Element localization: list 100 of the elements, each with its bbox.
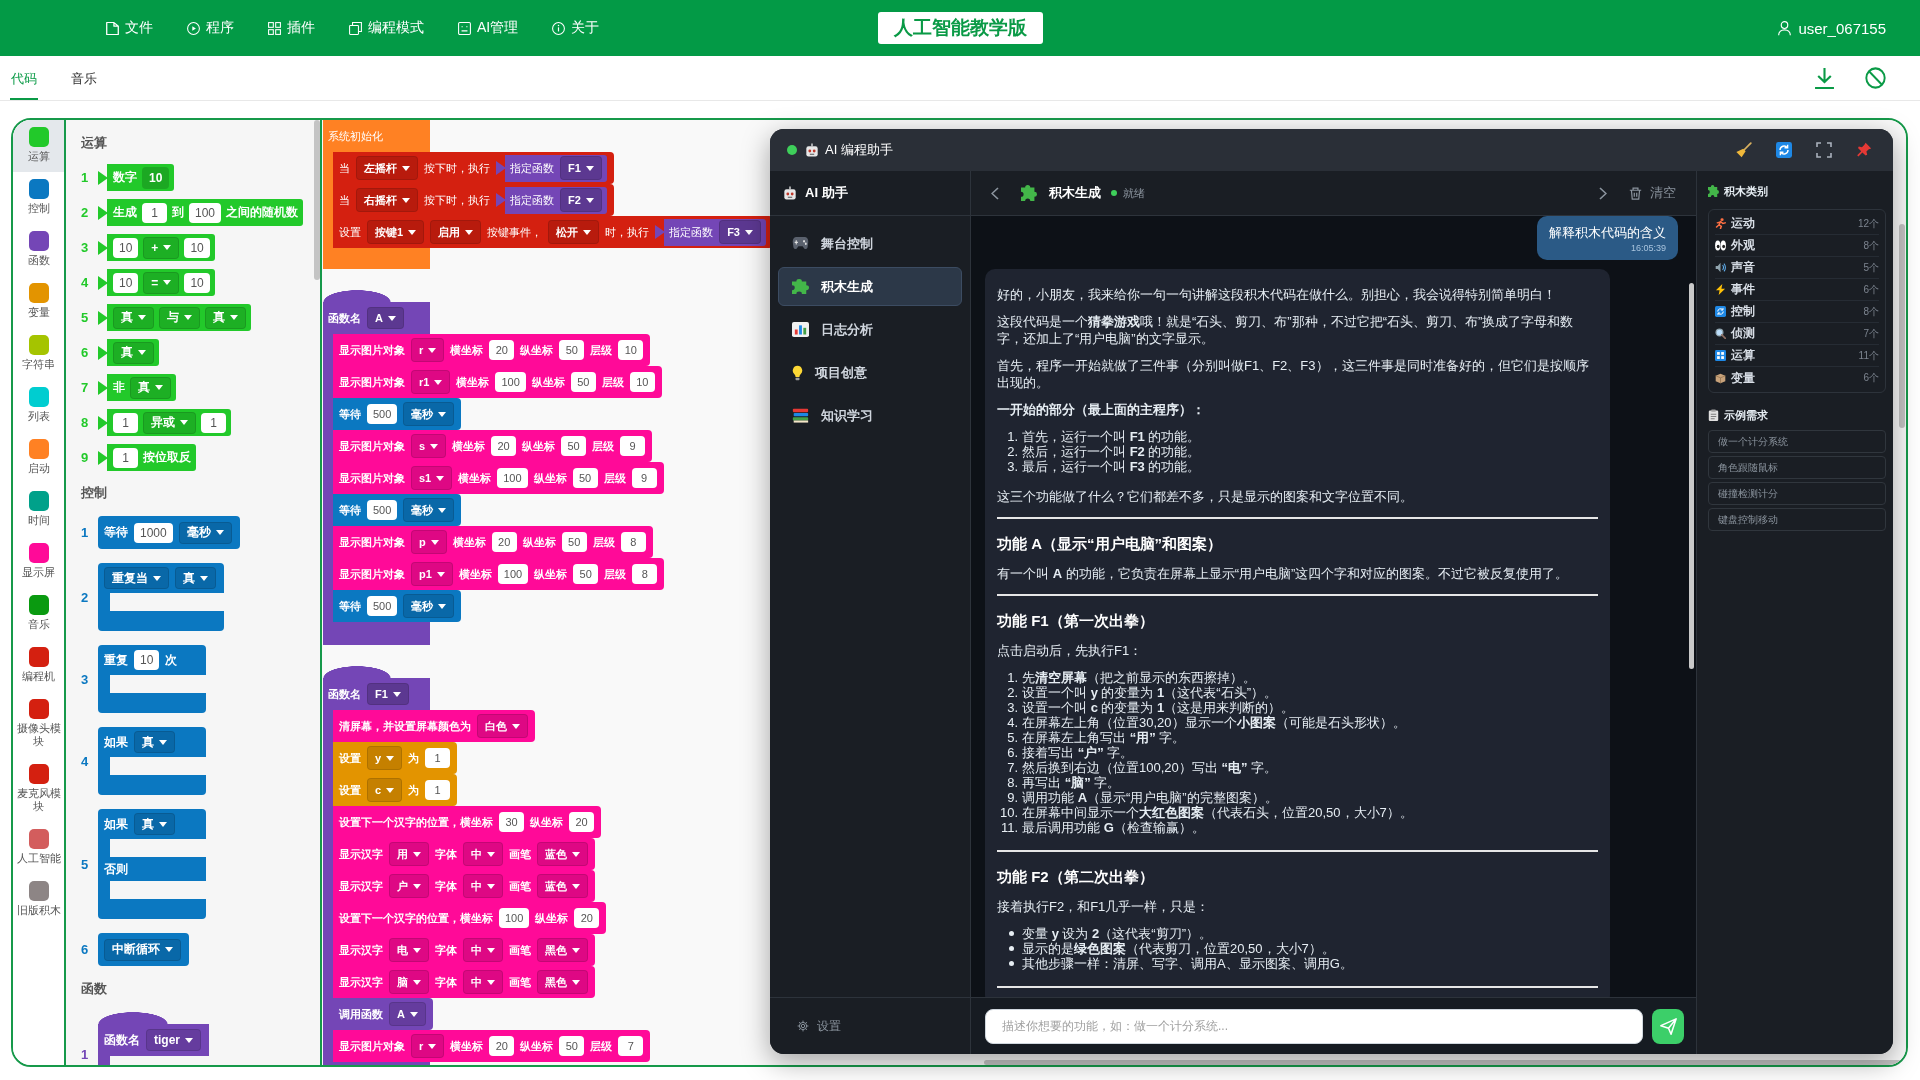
- reporter-block[interactable]: 指定函数 F2: [496, 186, 607, 214]
- block-dropdown[interactable]: s1: [411, 466, 453, 490]
- ban-icon[interactable]: [1865, 67, 1886, 89]
- number-input[interactable]: 9: [631, 468, 657, 488]
- code-block[interactable]: 等待 500 毫秒: [333, 398, 462, 430]
- example-chip[interactable]: 键盘控制移动: [1708, 508, 1886, 531]
- number-input[interactable]: 8: [620, 532, 646, 552]
- block-dropdown[interactable]: r: [411, 338, 445, 362]
- block-dropdown[interactable]: 毫秒: [403, 594, 455, 618]
- category-item[interactable]: 启动: [13, 432, 64, 484]
- code-block[interactable]: 清屏幕，并设置屏幕颜色为 白色: [333, 710, 535, 742]
- block-dropdown[interactable]: 毫秒: [178, 521, 232, 544]
- block-dropdown[interactable]: F1: [367, 683, 409, 705]
- example-chip[interactable]: 碰撞检测计分: [1708, 482, 1886, 505]
- code-block[interactable]: 1 按位取反: [98, 444, 196, 471]
- code-block[interactable]: 显示汉字 户 字体 中 画笔 蓝色: [333, 870, 595, 902]
- block-dropdown[interactable]: F2: [560, 188, 602, 212]
- block-dropdown[interactable]: A: [389, 1002, 426, 1026]
- category-item[interactable]: 人工智能: [13, 822, 64, 874]
- function-block[interactable]: 函数名 F1 清屏幕，并设置屏幕颜色为 白色 设置 y 为 1 设置 c 为 1 设置下一个汉字的位置，横坐标 30 纵坐标 20 显示汉字 用 字体 中 画笔 蓝色 显示汉字 户 字体 中 画笔 蓝色 设置下一个汉字的位置，横坐标 100 纵坐标 20 显示汉字 电 字体 中 画笔 黑色 显示汉字 脑 字体 中 画笔 黑色 调用函数 A 显示图片对象 r 横坐标 20 纵坐标 50 层级 7: [323, 666, 651, 1065]
- number-input[interactable]: 20: [574, 908, 600, 928]
- category-item[interactable]: 字符串: [13, 328, 64, 380]
- block-dropdown[interactable]: 蓝色: [537, 842, 588, 866]
- block-dropdown[interactable]: 用: [389, 842, 429, 866]
- code-block[interactable]: 显示图片对象 r 横坐标 20 纵坐标 50 层级 7: [333, 1030, 651, 1062]
- block-dropdown[interactable]: 蓝色: [537, 874, 588, 898]
- code-block[interactable]: 设置下一个汉字的位置，横坐标 30 纵坐标 20: [333, 806, 601, 838]
- number-input[interactable]: 10: [618, 340, 644, 360]
- code-block[interactable]: 10 + 10: [98, 234, 215, 261]
- number-input[interactable]: 100: [189, 202, 222, 223]
- block-dropdown[interactable]: A: [367, 307, 404, 329]
- number-input[interactable]: 100: [495, 372, 526, 392]
- category-item[interactable]: 列表: [13, 380, 64, 432]
- code-block[interactable]: 设置 y 为 1: [333, 742, 458, 774]
- code-block[interactable]: 生成 1 到 100 之间的随机数: [98, 199, 304, 226]
- category-item[interactable]: 运算: [13, 120, 64, 172]
- block-dropdown[interactable]: F3: [719, 220, 761, 244]
- block-dropdown[interactable]: 重复当: [104, 567, 169, 589]
- block-dropdown[interactable]: 左摇杆: [356, 156, 418, 180]
- number-input[interactable]: 10: [134, 650, 160, 670]
- category-item[interactable]: 音乐: [13, 588, 64, 640]
- code-block[interactable]: 等待 500 毫秒: [333, 590, 462, 622]
- number-input[interactable]: 1: [142, 202, 167, 223]
- category-item[interactable]: 麦克风模块: [13, 757, 64, 822]
- block-dropdown[interactable]: 中: [463, 938, 503, 962]
- settings-button[interactable]: 设置: [797, 1017, 841, 1035]
- code-block[interactable]: 显示图片对象 p1 横坐标 100 纵坐标 50 层级 8: [333, 558, 665, 590]
- block-dropdown[interactable]: 按键1: [367, 220, 425, 244]
- broom-icon[interactable]: [1736, 142, 1752, 158]
- number-input[interactable]: 50: [561, 532, 587, 552]
- category-item[interactable]: 旧版积木: [13, 874, 64, 926]
- block-dropdown[interactable]: F1: [560, 156, 602, 180]
- number-input[interactable]: 10: [629, 372, 655, 392]
- menu-item[interactable]: 编程模式: [349, 19, 424, 37]
- menu-item[interactable]: 程序: [187, 19, 234, 37]
- scrollbar-thumb[interactable]: [1689, 283, 1694, 669]
- tab[interactable]: 代码: [10, 56, 38, 100]
- nav-item[interactable]: 项目创意: [778, 353, 962, 392]
- number-input[interactable]: 100: [497, 468, 528, 488]
- number-input[interactable]: 50: [572, 468, 598, 488]
- menu-item[interactable]: 文件: [106, 19, 153, 37]
- chevron-left-icon[interactable]: [991, 186, 999, 200]
- code-block[interactable]: 显示汉字 用 字体 中 画笔 蓝色: [333, 838, 595, 870]
- number-input[interactable]: 1: [113, 412, 138, 433]
- category-item[interactable]: 编程机: [13, 640, 64, 692]
- code-block[interactable]: 10 = 10: [98, 269, 215, 296]
- scrollbar-thumb[interactable]: [1899, 224, 1905, 428]
- menu-item[interactable]: AI管理: [458, 19, 519, 37]
- block-dropdown[interactable]: 黑色: [537, 970, 588, 994]
- block-dropdown[interactable]: 中: [463, 842, 503, 866]
- menu-item[interactable]: 关于: [552, 19, 600, 37]
- code-block[interactable]: 中断循环: [98, 933, 189, 966]
- number-input[interactable]: 50: [573, 564, 599, 584]
- number-input[interactable]: 50: [559, 340, 585, 360]
- code-block[interactable]: 设置 按键1 启用 按键事件， 松开 时，执行 指定函数 F3: [333, 216, 773, 248]
- code-block[interactable]: 1 异或 1: [98, 409, 231, 436]
- number-input[interactable]: 1: [425, 780, 451, 800]
- example-chip[interactable]: 角色跟随鼠标: [1708, 456, 1886, 479]
- code-block[interactable]: 设置下一个汉字的位置，横坐标 100 纵坐标 20: [333, 902, 607, 934]
- number-input[interactable]: 20: [489, 1036, 515, 1056]
- block-dropdown[interactable]: 户: [389, 874, 429, 898]
- code-block[interactable]: 调用函数 A: [333, 998, 433, 1030]
- code-block[interactable]: 当 左摇杆 按下时，执行 指定函数 F1: [333, 152, 614, 184]
- block-dropdown[interactable]: 中: [463, 970, 503, 994]
- number-input[interactable]: 20: [491, 436, 517, 456]
- nav-item[interactable]: 积木生成: [778, 267, 962, 306]
- refresh-icon[interactable]: [1776, 142, 1792, 158]
- number-input[interactable]: 8: [632, 564, 658, 584]
- block-dropdown[interactable]: 真: [175, 567, 216, 589]
- code-block[interactable]: 显示图片对象 r 横坐标 20 纵坐标 50 层级 10: [333, 334, 651, 366]
- scrollbar-thumb[interactable]: [314, 120, 320, 280]
- number-input[interactable]: 20: [569, 812, 594, 832]
- block-dropdown[interactable]: 中: [463, 874, 503, 898]
- number-input[interactable]: 20: [491, 532, 517, 552]
- code-block[interactable]: 当 右摇杆 按下时，执行 指定函数 F2: [333, 184, 614, 216]
- number-input[interactable]: 100: [499, 908, 530, 928]
- block-dropdown[interactable]: tiger: [146, 1029, 201, 1051]
- code-block[interactable]: 重复 10 次: [98, 645, 206, 713]
- number-input[interactable]: 1: [113, 447, 138, 468]
- code-block[interactable]: 显示图片对象 s 横坐标 20 纵坐标 50 层级 9: [333, 430, 653, 462]
